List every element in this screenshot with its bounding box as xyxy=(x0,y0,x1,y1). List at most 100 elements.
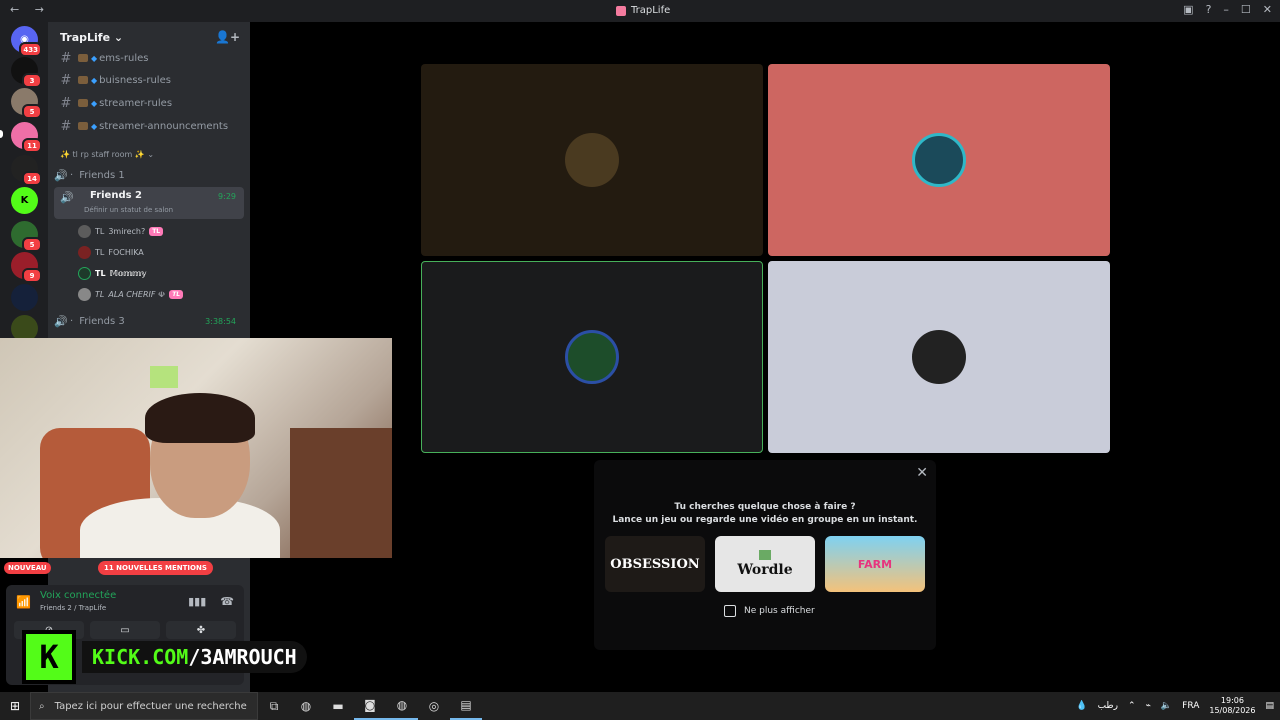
mentions-badge[interactable]: 11 NOUVELLES MENTIONS xyxy=(98,561,213,575)
channel-status[interactable]: Définir un statut de salon xyxy=(84,206,173,214)
game-title: Wordle xyxy=(737,562,793,578)
participant-tile[interactable] xyxy=(421,64,763,256)
search-placeholder: Tapez ici pour effectuer une recherche xyxy=(54,700,247,712)
unread-badge: 9 xyxy=(22,268,42,283)
channel-label: buisness-rules xyxy=(99,74,171,86)
server-icon[interactable]: 5 xyxy=(11,221,42,252)
channel-streamer-rules[interactable]: # ◆ streamer-rules xyxy=(56,93,246,113)
hash-icon: # xyxy=(60,72,72,88)
dont-show-again-checkbox[interactable]: Ne plus afficher xyxy=(724,605,815,617)
server-icon[interactable]: 9 xyxy=(11,252,42,283)
sticky-note xyxy=(150,366,178,388)
member-prefix: TL xyxy=(95,247,105,257)
notification-icon[interactable]: ▤ xyxy=(1265,701,1274,711)
activity-heading: Tu cherches quelque chose à faire ? xyxy=(674,502,856,512)
time: 19:06 xyxy=(1220,696,1244,705)
avatar xyxy=(565,330,619,384)
window-title-text: TrapLife xyxy=(631,5,671,16)
help-icon[interactable]: ? xyxy=(1206,3,1212,16)
nav-arrows[interactable]: ← → xyxy=(10,3,50,16)
chrome-profile-icon[interactable]: ◍ xyxy=(386,692,418,720)
channel-ems-rules[interactable]: # ◆ ems-rules xyxy=(56,48,246,68)
game-title: OBSESSION xyxy=(610,556,700,572)
voice-member[interactable]: TL FOCHIKA xyxy=(78,242,144,262)
minimize-button[interactable]: – xyxy=(1223,3,1229,16)
task-view-icon[interactable]: ⧉ xyxy=(258,692,290,720)
close-icon[interactable]: ✕ xyxy=(916,465,928,481)
voice-timer: 9:29 xyxy=(218,192,236,201)
system-tray: 💧 رطب ⌃ ⌁ 🔈 FRA 19:06 15/08/2026 ▤ xyxy=(1076,692,1274,720)
voice-member[interactable]: TL ALA CHERIF ☫ TL xyxy=(78,284,184,304)
search-icon: ⌕ xyxy=(39,700,45,712)
channel-buisness-rules[interactable]: # ◆ buisness-rules xyxy=(56,70,246,90)
participant-tile[interactable] xyxy=(768,64,1110,256)
speaker-icon: 🔊 xyxy=(54,168,68,182)
windows-taskbar: ⊞ ⌕ Tapez ici pour effectuer une recherch… xyxy=(0,692,1280,720)
weather-icon[interactable]: 💧 xyxy=(1076,701,1087,711)
steam-icon[interactable]: ◎ xyxy=(418,692,450,720)
file-explorer-icon[interactable]: ▬ xyxy=(322,692,354,720)
signal-icon[interactable]: 📶 xyxy=(16,595,31,609)
server-icon[interactable]: 14 xyxy=(11,155,42,186)
weather-text[interactable]: رطب xyxy=(1098,701,1118,711)
channel-streamer-announcements[interactable]: # ◆ streamer-announcements xyxy=(56,116,246,136)
network-icon[interactable]: ⌁ xyxy=(1146,701,1151,711)
server-icon-traplife[interactable]: 11 xyxy=(11,122,42,153)
voice-status[interactable]: Voix connectée xyxy=(40,590,116,601)
voice-member[interactable]: TL 𝕄𝕠𝕞𝕞𝕪 xyxy=(78,263,146,283)
game-card-obsession[interactable]: OBSESSION xyxy=(605,536,705,592)
category-staff-room[interactable]: ✨ tl rp staff room ✨ ⌄ xyxy=(60,150,154,159)
clock[interactable]: 19:06 15/08/2026 xyxy=(1209,696,1255,716)
unread-badge: 14 xyxy=(22,171,42,186)
voice-channel-friends2[interactable]: 🔊 Friends 2 9:29 Définir un statut de sa… xyxy=(54,187,244,219)
participant-tile-speaking[interactable] xyxy=(421,261,763,453)
new-badge[interactable]: NOUVEAU xyxy=(4,562,51,574)
kick-server-icon[interactable]: K xyxy=(11,187,38,214)
checkbox-box[interactable] xyxy=(724,605,736,617)
server-icon[interactable] xyxy=(11,284,38,311)
voice-channel-friends3[interactable]: 🔊 · Friends 3 3:38:54 xyxy=(54,311,244,331)
maximize-button[interactable]: ☐ xyxy=(1241,3,1251,16)
activity-subheading: Lance un jeu ou regarde une vidéo en gro… xyxy=(612,515,918,525)
diamond-icon: ◆ xyxy=(91,75,98,85)
app-icon[interactable]: ▤ xyxy=(450,692,482,720)
taskbar-search[interactable]: ⌕ Tapez ici pour effectuer une recherche xyxy=(30,692,258,720)
voice-channel-friends1[interactable]: 🔊 · Friends 1 xyxy=(54,165,244,185)
speaker-icon: 🔊 xyxy=(60,191,74,204)
voice-member[interactable]: TL 3mirech? TL xyxy=(78,221,164,241)
checkbox-label: Ne plus afficher xyxy=(744,606,815,616)
avatar xyxy=(78,245,91,259)
date: 15/08/2026 xyxy=(1209,706,1256,715)
diamond-icon: ◆ xyxy=(91,98,98,108)
emoji-icon xyxy=(78,122,88,130)
inbox-icon[interactable]: ▣ xyxy=(1183,3,1193,16)
language-indicator[interactable]: FRA xyxy=(1182,701,1199,711)
participant-tile[interactable] xyxy=(768,261,1110,453)
close-button[interactable]: ✕ xyxy=(1263,3,1272,16)
discord-icon[interactable]: ◙ xyxy=(354,692,386,720)
noise-suppression-icon[interactable]: ▮▮▮ xyxy=(188,595,206,608)
diamond-icon: ◆ xyxy=(91,53,98,63)
chrome-icon[interactable]: ◍ xyxy=(290,692,322,720)
app-logo-icon xyxy=(616,5,626,16)
channel-label: Friends 1 xyxy=(79,169,125,181)
diamond-icon: ◆ xyxy=(91,121,98,131)
windows-start-icon[interactable]: ⊞ xyxy=(0,699,30,713)
voice-location[interactable]: Friends 2 / TrapLife xyxy=(40,604,106,612)
wordle-grid-icon xyxy=(759,550,771,560)
server-icon[interactable]: 5 xyxy=(11,88,42,119)
volume-icon[interactable]: 🔈 xyxy=(1161,701,1172,711)
add-user-icon[interactable]: 👤+ xyxy=(215,30,240,44)
home-icon[interactable]: ◉ 433 xyxy=(11,26,42,57)
people-icon: · xyxy=(70,315,74,327)
game-card-wordle[interactable]: Wordle xyxy=(715,536,815,592)
disconnect-icon[interactable]: ☎ xyxy=(220,595,234,608)
server-icon[interactable]: 3 xyxy=(11,57,42,88)
game-card-farm[interactable]: FARM xyxy=(825,536,925,592)
kick-url-domain: KICK.COM xyxy=(92,645,189,669)
voice-timer: 3:38:54 xyxy=(205,316,236,326)
avatar xyxy=(912,133,966,187)
emoji-icon xyxy=(78,54,88,62)
unread-badge: 11 xyxy=(22,138,42,153)
tray-chevron-icon[interactable]: ⌃ xyxy=(1128,701,1136,711)
